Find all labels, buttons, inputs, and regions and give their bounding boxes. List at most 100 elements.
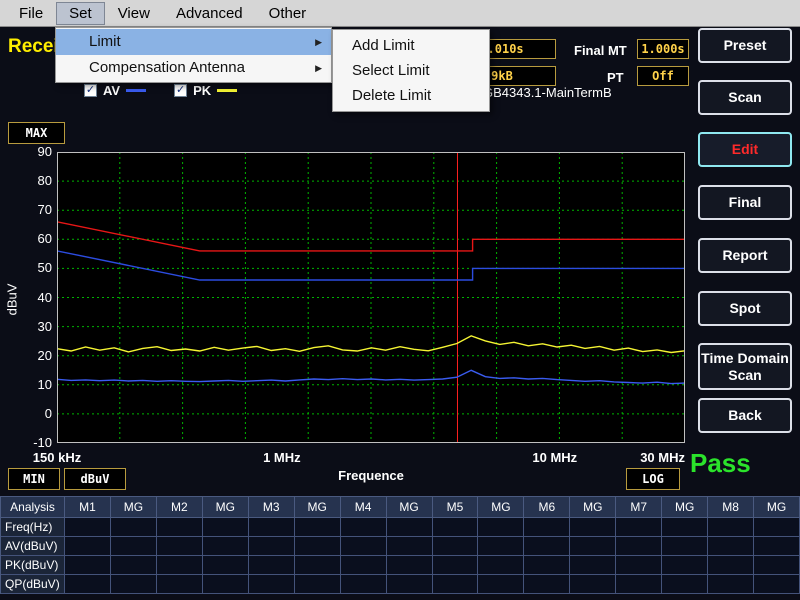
submenu-arrow-icon: ▶: [315, 55, 322, 81]
pk-checkbox-label: PK: [193, 83, 211, 98]
table-cell: [65, 537, 111, 556]
table-cell: [524, 575, 570, 594]
table-cell: [708, 556, 754, 575]
edit-button[interactable]: Edit: [698, 132, 792, 167]
menu-view[interactable]: View: [105, 2, 163, 25]
table-cell: [478, 518, 524, 537]
unit-button[interactable]: dBuV: [64, 468, 126, 490]
limit-name: GB4343.1-MainTermB: [483, 85, 612, 100]
table-cell: [203, 518, 249, 537]
time-domain-scan-button[interactable]: Time Domain Scan: [698, 343, 792, 390]
table-cell: [249, 518, 295, 537]
table-row-label: AV(dBuV): [1, 537, 65, 556]
table-cell: [249, 575, 295, 594]
table-cell: [387, 556, 433, 575]
final-mt-value[interactable]: 1.000s: [637, 39, 689, 59]
set-dropdown-menu: Limit▶Compensation Antenna▶: [55, 27, 332, 83]
table-cell: [341, 537, 387, 556]
table-cell: [203, 556, 249, 575]
table-cell: [249, 537, 295, 556]
spot-button[interactable]: Spot: [698, 291, 792, 326]
y-tick-label: 50: [18, 260, 52, 275]
y-tick-label: 0: [18, 406, 52, 421]
table-cell: [662, 537, 708, 556]
menu-other[interactable]: Other: [256, 2, 320, 25]
table-cell: [754, 575, 800, 594]
av-trace-color-swatch: [126, 89, 146, 92]
table-cell: [524, 537, 570, 556]
table-cell: [157, 575, 203, 594]
table-cell: [111, 518, 157, 537]
scan-button[interactable]: Scan: [698, 80, 792, 115]
table-cell: [341, 556, 387, 575]
table-cell: [387, 537, 433, 556]
table-cell: [65, 575, 111, 594]
menu-file[interactable]: File: [6, 2, 56, 25]
table-cell: [616, 537, 662, 556]
dropdown-item-compensation-antenna[interactable]: Compensation Antenna▶: [56, 55, 331, 81]
report-button[interactable]: Report: [698, 238, 792, 273]
table-cell: [387, 575, 433, 594]
x-tick-label: 1 MHz: [250, 450, 314, 465]
x-tick-label: 10 MHz: [523, 450, 587, 465]
table-header-m7: M7: [616, 497, 662, 518]
table-cell: [433, 575, 479, 594]
pk-checkbox[interactable]: ✓: [174, 84, 187, 97]
y-tick-label: 60: [18, 231, 52, 246]
submenu-item-delete-limit[interactable]: Delete Limit: [333, 83, 489, 108]
pass-status: Pass: [690, 448, 751, 479]
table-header-mg: MG: [203, 497, 249, 518]
submenu-item-add-limit[interactable]: Add Limit: [333, 33, 489, 58]
table-cell: [295, 518, 341, 537]
y-tick-label: 80: [18, 173, 52, 188]
table-header-m6: M6: [524, 497, 570, 518]
table-cell: [249, 556, 295, 575]
menu-set[interactable]: Set: [56, 2, 105, 25]
table-cell: [157, 537, 203, 556]
table-cell: [570, 537, 616, 556]
log-button[interactable]: LOG: [626, 468, 680, 490]
x-tick-label: 30 MHz: [621, 450, 685, 465]
app-window: FileSetViewAdvancedOther Receiver MT 0.0…: [0, 0, 800, 600]
measurement-table: AnalysisM1MGM2MGM3MGM4MGM5MGM6MGM7MGM8MG…: [0, 496, 800, 594]
table-row-label: Freq(Hz): [1, 518, 65, 537]
table-cell: [433, 537, 479, 556]
pt-value[interactable]: Off: [637, 66, 689, 86]
table-cell: [111, 575, 157, 594]
pk-trace-item: ✓ PK: [174, 83, 237, 98]
menu-advanced[interactable]: Advanced: [163, 2, 256, 25]
limit-submenu: Add LimitSelect LimitDelete Limit: [332, 29, 490, 112]
spectrum-plot[interactable]: [57, 152, 685, 448]
table-cell: [524, 518, 570, 537]
y-tick-label: 10: [18, 377, 52, 392]
table-cell: [616, 556, 662, 575]
table-cell: [203, 537, 249, 556]
av-checkbox[interactable]: ✓: [84, 84, 97, 97]
table-header-mg: MG: [478, 497, 524, 518]
table-row-label: PK(dBuV): [1, 556, 65, 575]
table-cell: [616, 518, 662, 537]
table-cell: [662, 575, 708, 594]
max-button[interactable]: MAX: [8, 122, 65, 144]
preset-button[interactable]: Preset: [698, 28, 792, 63]
table-cell: [433, 518, 479, 537]
final-button[interactable]: Final: [698, 185, 792, 220]
y-tick-label: 40: [18, 290, 52, 305]
table-cell: [157, 556, 203, 575]
min-button[interactable]: MIN: [8, 468, 60, 490]
table-cell: [433, 556, 479, 575]
table-header-m4: M4: [341, 497, 387, 518]
table-cell: [203, 575, 249, 594]
y-tick-label: -10: [18, 435, 52, 450]
y-tick-label: 20: [18, 348, 52, 363]
dropdown-item-limit[interactable]: Limit▶: [56, 29, 331, 55]
table-row-label: QP(dBuV): [1, 575, 65, 594]
back-button[interactable]: Back: [698, 398, 792, 433]
table-header-mg: MG: [387, 497, 433, 518]
table-cell: [478, 575, 524, 594]
y-tick-label: 70: [18, 202, 52, 217]
av-trace-item: ✓AV: [84, 83, 146, 98]
table-cell: [754, 556, 800, 575]
table-cell: [754, 537, 800, 556]
submenu-item-select-limit[interactable]: Select Limit: [333, 58, 489, 83]
